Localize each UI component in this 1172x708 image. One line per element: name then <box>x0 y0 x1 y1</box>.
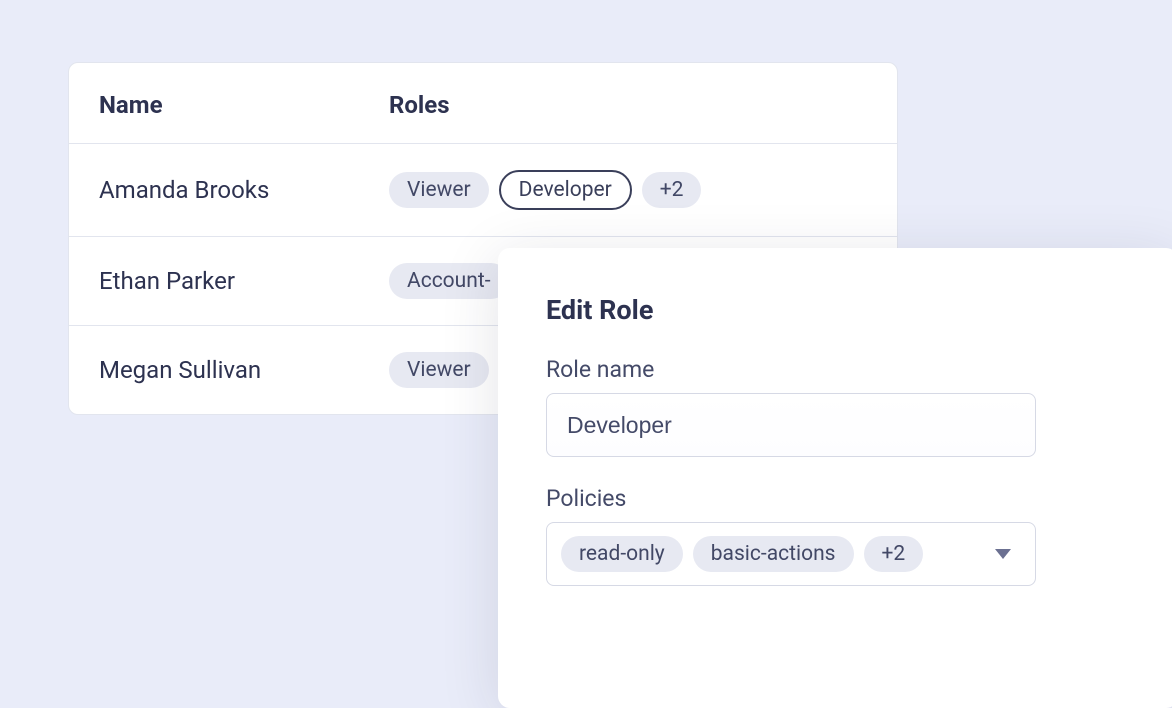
role-chip-viewer[interactable]: Viewer <box>389 172 489 208</box>
user-roles-cell: Viewer Developer +2 <box>389 170 701 210</box>
panel-title: Edit Role <box>546 294 1130 326</box>
user-roles-cell: Viewer <box>389 352 489 388</box>
column-header-roles: Roles <box>389 91 450 119</box>
user-name-cell: Megan Sullivan <box>99 356 389 384</box>
edit-role-panel: Edit Role Role name Policies read-only b… <box>498 248 1172 708</box>
table-row[interactable]: Amanda Brooks Viewer Developer +2 <box>69 144 897 237</box>
policies-label: Policies <box>546 485 1130 512</box>
chevron-down-icon <box>995 549 1011 559</box>
policy-chip-basic-actions[interactable]: basic-actions <box>693 536 854 572</box>
role-chip-developer[interactable]: Developer <box>499 170 632 210</box>
role-chip-viewer[interactable]: Viewer <box>389 352 489 388</box>
column-header-name: Name <box>99 91 389 119</box>
policy-chip-read-only[interactable]: read-only <box>561 536 683 572</box>
policies-select[interactable]: read-only basic-actions +2 <box>546 522 1036 586</box>
role-chip-account[interactable]: Account- <box>389 263 509 299</box>
user-name-cell: Ethan Parker <box>99 267 389 295</box>
policy-chip-overflow[interactable]: +2 <box>864 536 924 572</box>
role-name-input[interactable] <box>546 393 1036 457</box>
user-roles-cell: Account- <box>389 263 509 299</box>
role-chip-overflow[interactable]: +2 <box>642 172 702 208</box>
user-name-cell: Amanda Brooks <box>99 176 389 204</box>
role-name-label: Role name <box>546 356 1130 383</box>
table-header-row: Name Roles <box>69 63 897 144</box>
